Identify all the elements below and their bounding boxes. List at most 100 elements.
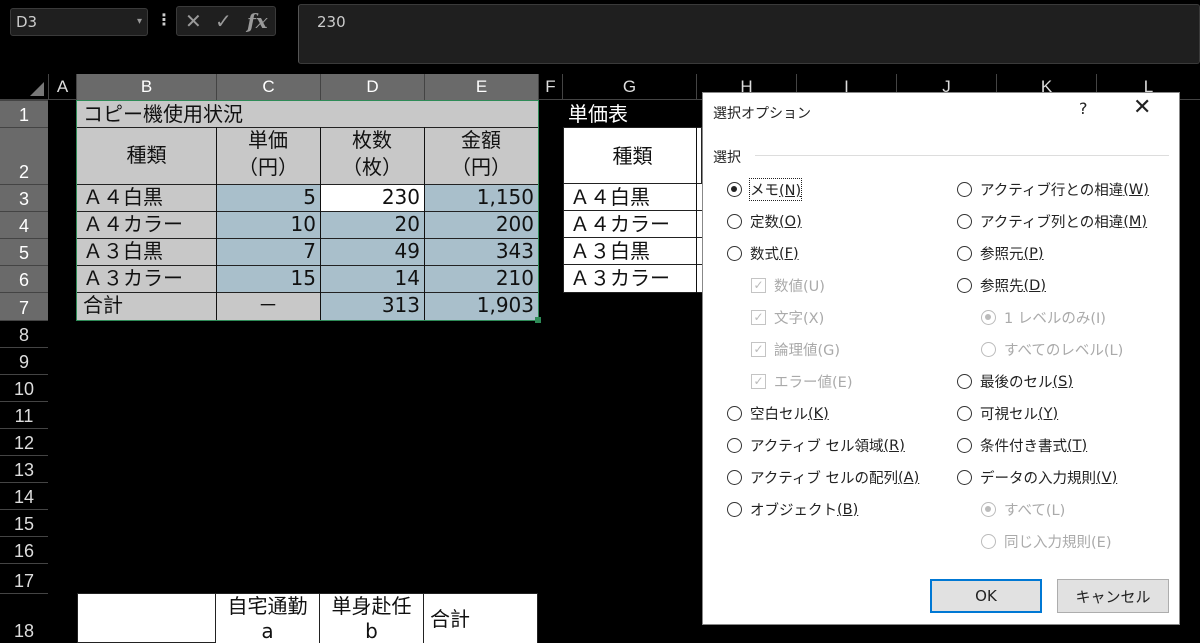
row-header-18[interactable]: 18	[0, 593, 48, 643]
row-header-5[interactable]: 5	[0, 238, 48, 265]
radio-icon[interactable]	[957, 406, 972, 421]
row-header-7[interactable]: 7	[0, 292, 48, 320]
option-formulas[interactable]: 数式 (F)	[727, 243, 799, 264]
row-header-2[interactable]: 2	[0, 127, 48, 184]
option-last-cell[interactable]: 最後のセル (S)	[957, 371, 1073, 392]
table3-single[interactable]: 単身赴任 b	[320, 593, 424, 643]
row-header-4[interactable]: 4	[0, 211, 48, 238]
option-validation-same-label: 同じ入力規則(E)	[1004, 535, 1112, 551]
more-options-icon[interactable]: ⋮	[156, 10, 172, 29]
option-formulas-label: 数式	[750, 247, 779, 263]
option-row-differences-label: アクティブ行との相違	[980, 183, 1124, 199]
checkbox-text: ✓ 文字(X)	[751, 307, 824, 328]
option-current-array[interactable]: アクティブ セルの配列 (A)	[727, 467, 919, 488]
row-header-8[interactable]: 8	[0, 320, 48, 347]
chevron-down-icon[interactable]: ▾	[137, 9, 142, 35]
close-icon[interactable]: ✕	[1133, 95, 1151, 120]
checkbox-numbers-label: 数値(U)	[774, 279, 825, 295]
column-header-f[interactable]: F	[538, 74, 562, 100]
row-header-16[interactable]: 16	[0, 536, 48, 563]
radio-icon[interactable]	[957, 374, 972, 389]
radio-icon[interactable]	[957, 278, 972, 293]
radio-icon[interactable]	[957, 438, 972, 453]
radio-icon[interactable]	[957, 182, 972, 197]
option-blanks-label: 空白セル	[750, 407, 808, 423]
section-label: 選択	[713, 150, 741, 166]
column-header-g[interactable]: G	[562, 74, 696, 100]
option-blanks[interactable]: 空白セル (K)	[727, 403, 829, 424]
option-data-validation[interactable]: データの入力規則 (V)	[957, 467, 1117, 488]
row-header-17[interactable]: 17	[0, 563, 48, 593]
option-row-differences[interactable]: アクティブ行との相違 (W)	[957, 179, 1149, 200]
row-header-1[interactable]: 1	[0, 100, 48, 127]
option-precedents-key: (P)	[1023, 245, 1044, 262]
radio-icon[interactable]	[727, 438, 742, 453]
table2-row-3[interactable]: Ａ３白黒	[563, 238, 702, 265]
option-current-region[interactable]: アクティブ セル領域 (R)	[727, 435, 905, 456]
radio-icon[interactable]	[957, 470, 972, 485]
radio-icon[interactable]	[957, 214, 972, 229]
table2-row-1[interactable]: Ａ４白黒	[563, 184, 702, 211]
section-divider	[755, 155, 1169, 156]
option-row-differences-key: (W)	[1123, 181, 1149, 198]
row-header-15[interactable]: 15	[0, 509, 48, 536]
radio-icon[interactable]	[727, 246, 742, 261]
enter-icon[interactable]: ✓	[215, 9, 232, 33]
row-header-11[interactable]: 11	[0, 401, 48, 428]
table2-title[interactable]: 単価表	[568, 101, 696, 127]
table3-blank[interactable]	[77, 593, 216, 643]
checkbox-logicals: ✓ 論理値(G)	[751, 339, 840, 360]
row-header-6[interactable]: 6	[0, 265, 48, 292]
table3-total[interactable]: 合計	[424, 593, 538, 643]
row-header-9[interactable]: 9	[0, 347, 48, 374]
cancel-icon[interactable]: ✕	[185, 9, 202, 33]
radio-icon[interactable]	[957, 246, 972, 261]
radio-icon[interactable]	[727, 406, 742, 421]
ok-button[interactable]: OK	[930, 579, 1042, 613]
row-header-3[interactable]: 3	[0, 184, 48, 211]
option-notes[interactable]: メモ(N)	[727, 178, 803, 201]
radio-icon[interactable]	[727, 502, 742, 517]
help-icon[interactable]: ?	[1079, 99, 1088, 118]
cancel-button[interactable]: キャンセル	[1057, 579, 1169, 613]
select-all-corner[interactable]	[0, 74, 48, 100]
row-header-13[interactable]: 13	[0, 455, 48, 482]
option-conditional-formats[interactable]: 条件付き書式 (T)	[957, 435, 1087, 456]
option-objects-label: オブジェクト	[750, 503, 837, 519]
formula-input[interactable]: 230	[298, 4, 1200, 64]
column-header-e[interactable]: E	[424, 74, 538, 100]
table2-row-2[interactable]: Ａ４カラー	[563, 211, 702, 238]
option-conditional-formats-label: 条件付き書式	[980, 439, 1067, 455]
option-column-differences[interactable]: アクティブ列との相違 (M)	[957, 211, 1147, 232]
option-current-array-label: アクティブ セルの配列	[750, 471, 899, 487]
insert-function-icon[interactable]: fx	[247, 9, 268, 33]
column-header-a[interactable]: A	[48, 74, 76, 100]
option-visible-cells[interactable]: 可視セル (Y)	[957, 403, 1058, 424]
column-header-c[interactable]: C	[216, 74, 320, 100]
option-precedents[interactable]: 参照元 (P)	[957, 243, 1044, 264]
radio-icon[interactable]	[727, 214, 742, 229]
option-conditional-formats-key: (T)	[1067, 437, 1088, 454]
option-formulas-key: (F)	[779, 245, 799, 262]
option-constants[interactable]: 定数 (O)	[727, 211, 802, 232]
option-objects[interactable]: オブジェクト (B)	[727, 499, 858, 520]
checkbox-numbers: ✓ 数値(U)	[751, 275, 825, 296]
row-header-10[interactable]: 10	[0, 374, 48, 401]
radio-icon[interactable]	[727, 182, 742, 197]
row-header-14[interactable]: 14	[0, 482, 48, 509]
option-dependents[interactable]: 参照先 (D)	[957, 275, 1046, 296]
table3-commute[interactable]: 自宅通勤 a	[216, 593, 320, 643]
dialog-title: 選択オプション	[713, 106, 811, 122]
option-column-differences-label: アクティブ列との相違	[980, 215, 1124, 231]
row-header-12[interactable]: 12	[0, 428, 48, 455]
name-box[interactable]: D3 ▾	[10, 8, 148, 36]
column-header-d[interactable]: D	[320, 74, 424, 100]
checkbox-logicals-label: 論理値(G)	[774, 343, 841, 359]
table2-header[interactable]: 種類	[563, 127, 702, 184]
radio-icon[interactable]	[727, 470, 742, 485]
fill-handle[interactable]	[535, 317, 541, 323]
option-data-validation-key: (V)	[1096, 469, 1118, 486]
table2-row-4[interactable]: Ａ３カラー	[563, 265, 702, 293]
column-header-b[interactable]: B	[76, 74, 216, 100]
option-column-differences-key: (M)	[1123, 213, 1148, 230]
